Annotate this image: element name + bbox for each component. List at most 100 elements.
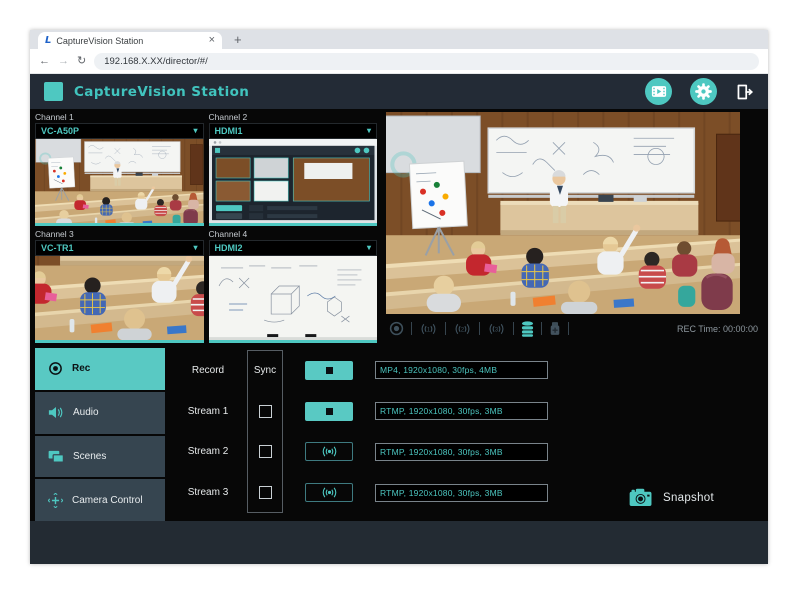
- svg-text:1: 1: [427, 326, 431, 333]
- channel-4: Channel 4 HDMI2 ▾: [209, 229, 378, 343]
- stream-3-settings-field[interactable]: [375, 484, 548, 502]
- whiteboard-image: [209, 256, 378, 340]
- channel-3-label: Channel 3: [35, 229, 204, 240]
- stream-3-sync-checkbox[interactable]: [259, 486, 272, 499]
- stream-1-row-label: Stream 1: [169, 391, 247, 432]
- camera-icon: [629, 488, 654, 507]
- sidebar-item-scenes[interactable]: Scenes: [35, 436, 165, 478]
- record-stream-settings: Record Sync Stream 1: [165, 348, 763, 521]
- channel-3-source-value: VC-TR1: [41, 243, 74, 253]
- chevron-down-icon: ▾: [367, 127, 371, 135]
- sidebar-item-camera-control[interactable]: Camera Control: [35, 479, 165, 521]
- channel-2-preview[interactable]: [209, 139, 378, 223]
- address-bar[interactable]: 192.168.X.XX/director/#/: [94, 53, 759, 70]
- sidebar-item-label: Camera Control: [72, 495, 143, 506]
- forward-icon[interactable]: →: [58, 56, 69, 67]
- browser-tab-strip: L CaptureVision Station × +: [30, 30, 768, 49]
- screen-capture-image: [209, 139, 378, 223]
- divider: [479, 322, 480, 335]
- channel-2-source-value: HDMI1: [215, 126, 243, 136]
- sidebar-item-audio[interactable]: Audio: [35, 392, 165, 434]
- browser-window: L CaptureVision Station × + ← → ↻ 192.16…: [30, 30, 768, 564]
- app-logo: [44, 82, 63, 101]
- stream-3-start-button[interactable]: [305, 483, 353, 502]
- channel-3: Channel 3 VC-TR1 ▾: [35, 229, 204, 343]
- favicon-lumens-icon: L: [45, 35, 51, 46]
- channel-3-active-bar: [35, 340, 204, 343]
- divider: [541, 322, 542, 335]
- stream-3-status-icon: 3: [487, 322, 506, 336]
- channel-2: Channel 2 HDMI1 ▾: [209, 112, 378, 226]
- usb-drive-icon: [549, 321, 561, 336]
- record-stop-button[interactable]: [305, 361, 353, 380]
- record-icon: [48, 361, 63, 376]
- reload-icon[interactable]: ↻: [77, 56, 86, 67]
- sidebar-item-rec[interactable]: Rec: [35, 348, 165, 390]
- back-icon[interactable]: ←: [39, 56, 50, 67]
- broadcast-icon: [320, 486, 339, 499]
- classroom-wide-image: [35, 139, 204, 223]
- divider: [445, 322, 446, 335]
- sidebar: Rec Audio Scenes: [35, 348, 165, 521]
- close-tab-icon[interactable]: ×: [209, 35, 215, 46]
- broadcast-icon: [320, 445, 339, 458]
- stream-3-row-label: Stream 3: [169, 472, 247, 513]
- channel-4-source-select[interactable]: HDMI2 ▾: [209, 240, 378, 256]
- channel-1: Channel 1 VC-A50P ▾: [35, 112, 204, 226]
- channel-1-source-value: VC-A50P: [41, 126, 79, 136]
- program-monitor: [386, 112, 740, 314]
- settings-button[interactable]: [690, 78, 717, 105]
- video-manager-button[interactable]: [645, 78, 672, 105]
- stream-1-stop-button[interactable]: [305, 402, 353, 421]
- app-header: CaptureVision Station: [30, 74, 768, 109]
- rec-time-text: REC Time: 00:00:00: [677, 324, 760, 334]
- channel-1-source-select[interactable]: VC-A50P ▾: [35, 123, 204, 139]
- channel-1-active-bar: [35, 223, 204, 226]
- gear-icon: [695, 83, 712, 100]
- snapshot-button[interactable]: Snapshot: [629, 488, 714, 507]
- stream-1-settings-field[interactable]: [375, 402, 548, 420]
- students-closeup-image: [35, 256, 204, 340]
- channel-2-source-select[interactable]: HDMI1 ▾: [209, 123, 378, 139]
- channel-1-preview[interactable]: [35, 139, 204, 223]
- chevron-down-icon: ▾: [193, 127, 197, 135]
- record-row-label: Record: [169, 350, 247, 391]
- storage-icon: [521, 321, 534, 337]
- stream-1-sync-checkbox[interactable]: [259, 405, 272, 418]
- channel-2-label: Channel 2: [209, 112, 378, 123]
- chevron-down-icon: ▾: [367, 244, 371, 252]
- divider: [513, 322, 514, 335]
- tab-title: CaptureVision Station: [56, 36, 203, 46]
- channel-3-source-select[interactable]: VC-TR1 ▾: [35, 240, 204, 256]
- divider: [411, 322, 412, 335]
- channel-4-active-bar: [209, 340, 378, 343]
- app-title: CaptureVision Station: [74, 84, 249, 100]
- channel-4-preview[interactable]: [209, 256, 378, 340]
- channel-grid: Channel 1 VC-A50P ▾ Channel 2: [35, 112, 377, 343]
- channel-3-preview[interactable]: [35, 256, 204, 340]
- capturevision-app: CaptureVision Station: [30, 74, 768, 564]
- control-panel: Rec Audio Scenes: [35, 348, 763, 521]
- new-tab-icon[interactable]: +: [234, 33, 242, 46]
- classroom-program-image: [386, 112, 740, 314]
- stream-2-settings-field[interactable]: [375, 443, 548, 461]
- browser-tab[interactable]: L CaptureVision Station ×: [38, 32, 222, 49]
- sidebar-item-label: Scenes: [73, 451, 106, 462]
- channel-1-label: Channel 1: [35, 112, 204, 123]
- sidebar-item-label: Rec: [72, 363, 90, 374]
- film-play-icon: [651, 85, 667, 98]
- stream-2-start-button[interactable]: [305, 442, 353, 461]
- svg-text:2: 2: [461, 326, 465, 333]
- stop-icon: [326, 408, 333, 415]
- program-column: 1 2 3: [386, 112, 763, 343]
- record-settings-field[interactable]: [375, 361, 548, 379]
- svg-text:3: 3: [495, 326, 499, 333]
- exit-door-icon: [735, 83, 754, 101]
- stop-icon: [326, 367, 333, 374]
- stream-2-sync-checkbox[interactable]: [259, 445, 272, 458]
- logout-button[interactable]: [735, 83, 754, 101]
- chevron-down-icon: ▾: [193, 244, 197, 252]
- channel-4-label: Channel 4: [209, 229, 378, 240]
- sync-column-header: Sync: [247, 350, 283, 391]
- speaker-icon: [48, 406, 64, 419]
